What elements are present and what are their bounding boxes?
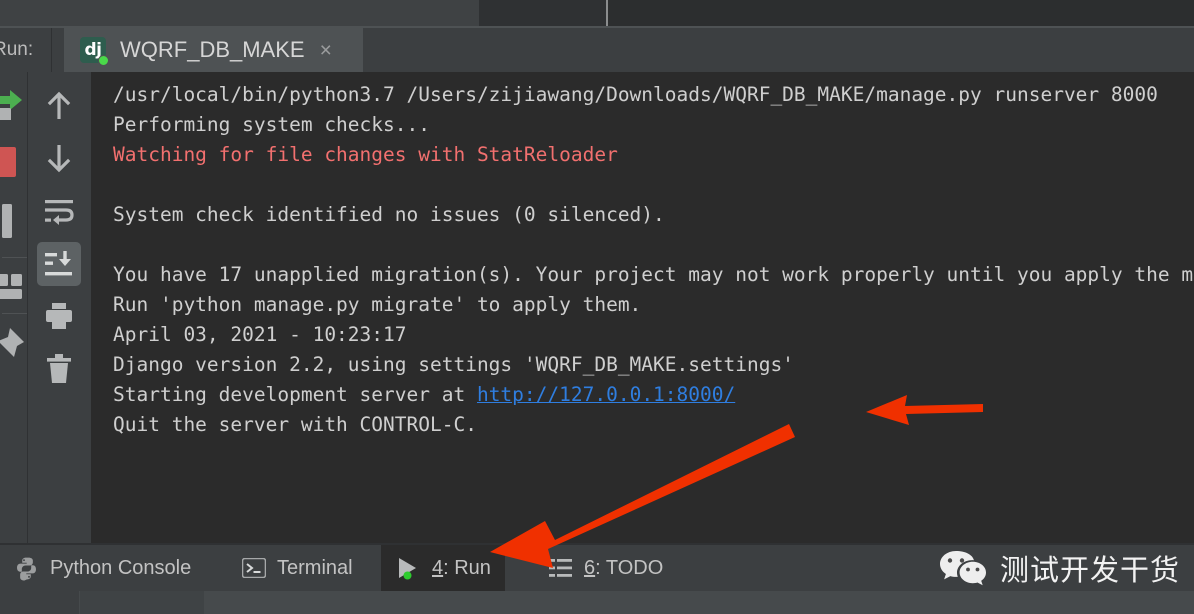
top-strip-segment-right: [608, 0, 1194, 26]
tab-bar-separator: [51, 28, 52, 72]
pin-icon[interactable]: [0, 324, 26, 365]
stop-icon[interactable]: [0, 141, 24, 182]
bottom-bar-label-run: 4: Run: [432, 557, 491, 580]
console-line: Performing system checks...: [113, 113, 430, 136]
python-icon: [17, 557, 36, 580]
bottom-bar-label-python-console: Python Console: [50, 556, 192, 579]
run-tab-bar: Run: dj WQRF_DB_MAKE ×: [0, 28, 1194, 72]
console-line: /usr/local/bin/python3.7 /Users/zijiawan…: [113, 83, 1158, 106]
todo-list-icon: [549, 559, 572, 577]
bottom-bar-item-todo[interactable]: 6: TODO: [535, 545, 677, 591]
bottom-bar-label-terminal: Terminal: [277, 556, 353, 579]
console-line: You have 17 unapplied migration(s). Your…: [113, 263, 1194, 286]
toolbar-divider-2: [2, 313, 27, 314]
bottom-bar-label-todo: 6: TODO: [584, 557, 663, 580]
tab-wqrf-db-make[interactable]: dj WQRF_DB_MAKE ×: [64, 28, 363, 72]
soft-wrap-icon[interactable]: [37, 189, 81, 233]
console-line: Watching for file changes with StatReloa…: [113, 143, 618, 166]
wechat-watermark: 测试开发干货: [938, 547, 1180, 589]
run-panel-label-text: Run:: [0, 39, 34, 60]
run-console-output[interactable]: /usr/local/bin/python3.7 /Users/zijiawan…: [91, 72, 1194, 550]
run-indicator-dot: [98, 55, 109, 66]
console-line: System check identified no issues (0 sil…: [113, 203, 665, 226]
run-console-toolbar: [28, 72, 91, 550]
scroll-to-end-icon[interactable]: [37, 242, 81, 286]
console-line: Run 'python manage.py migrate' to apply …: [113, 293, 642, 316]
trash-icon[interactable]: [37, 347, 81, 391]
terminal-icon: [242, 558, 266, 578]
run-play-icon: [399, 558, 416, 580]
bottom-bar-item-terminal[interactable]: Terminal: [228, 545, 367, 591]
status-bar-segment: [80, 591, 204, 614]
bottom-bar-item-run[interactable]: 4: Run: [381, 545, 505, 591]
django-icon: dj: [80, 37, 109, 66]
console-line: Django version 2.2, using settings 'WQRF…: [113, 353, 794, 376]
watermark-text: 测试开发干货: [999, 553, 1180, 587]
down-arrow-icon[interactable]: [37, 136, 81, 180]
editor-top-strip: [0, 0, 1194, 27]
status-bar-left-segment: [0, 591, 79, 614]
console-line: April 03, 2021 - 10:23:17: [113, 323, 407, 346]
tab-title: WQRF_DB_MAKE: [120, 37, 305, 62]
console-line: Starting development server at http://12…: [113, 383, 736, 406]
print-icon[interactable]: [37, 294, 81, 338]
pause-icon[interactable]: [0, 202, 24, 245]
console-line: Quit the server with CONTROL-C.: [113, 413, 477, 436]
up-arrow-icon[interactable]: [37, 84, 81, 128]
toolbar-divider: [2, 257, 27, 258]
rerun-icon[interactable]: [0, 86, 24, 125]
top-strip-segment-left: [0, 0, 479, 26]
bottom-bar-prefix-run: 4: [432, 556, 444, 579]
top-strip-segment-middle: [479, 0, 606, 26]
layout-icon[interactable]: [0, 270, 26, 309]
run-actions-toolbar-clipped: [0, 72, 27, 550]
run-panel-label: Run:: [0, 28, 51, 72]
wechat-icon: [939, 551, 986, 586]
console-lines: /usr/local/bin/python3.7 /Users/zijiawan…: [113, 80, 1194, 440]
close-icon[interactable]: ×: [320, 40, 332, 61]
bottom-bar-text-run: : Run: [443, 556, 491, 579]
bottom-bar-prefix-todo: 6: [584, 556, 596, 579]
console-link-url[interactable]: http://127.0.0.1:8000/: [477, 383, 735, 406]
pycharm-run-window: Run: dj WQRF_DB_MAKE ×: [0, 0, 1194, 614]
bottom-bar-text-todo: : TODO: [595, 556, 664, 579]
bottom-bar-item-python-console[interactable]: Python Console: [0, 545, 205, 591]
